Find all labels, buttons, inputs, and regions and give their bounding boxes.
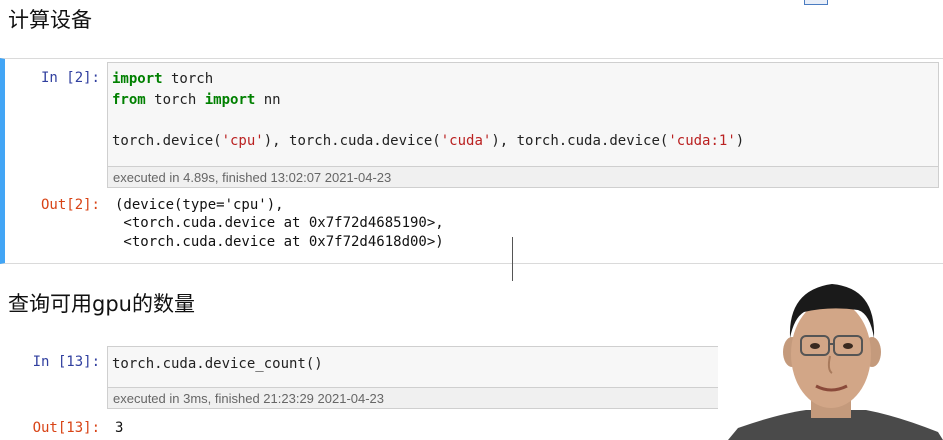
execution-info: executed in 4.89s, finished 13:02:07 202…: [107, 166, 939, 188]
input-prompt: In [13]:: [32, 354, 100, 370]
code-line-3: torch.device('cpu'), torch.cuda.device('…: [112, 133, 745, 149]
output-value: 3: [115, 420, 124, 436]
section-heading-gpu-count: 查询可用gpu的数量: [8, 292, 195, 316]
output-line-2: <torch.cuda.device at 0x7f72d4685190>,: [115, 215, 444, 231]
code-line-2: from torch import nn: [112, 92, 281, 108]
presenter-webcam-icon: [718, 276, 943, 440]
output-line-1: (device(type='cpu'),: [115, 197, 284, 213]
code-line-1: torch.cuda.device_count(): [112, 356, 323, 372]
toolbar-icon[interactable]: [804, 0, 828, 5]
output-line-3: <torch.cuda.device at 0x7f72d4618d00>): [115, 234, 444, 250]
output-prompt: Out[2]:: [40, 197, 100, 213]
section-heading-compute-devices: 计算设备: [8, 8, 92, 32]
code-line-1: import torch: [112, 71, 214, 87]
output-prompt: Out[13]:: [32, 420, 100, 436]
code-editor[interactable]: import torch from torch import nn torch.…: [107, 62, 939, 167]
input-prompt: In [2]:: [40, 70, 100, 86]
text-cursor: [512, 237, 513, 281]
